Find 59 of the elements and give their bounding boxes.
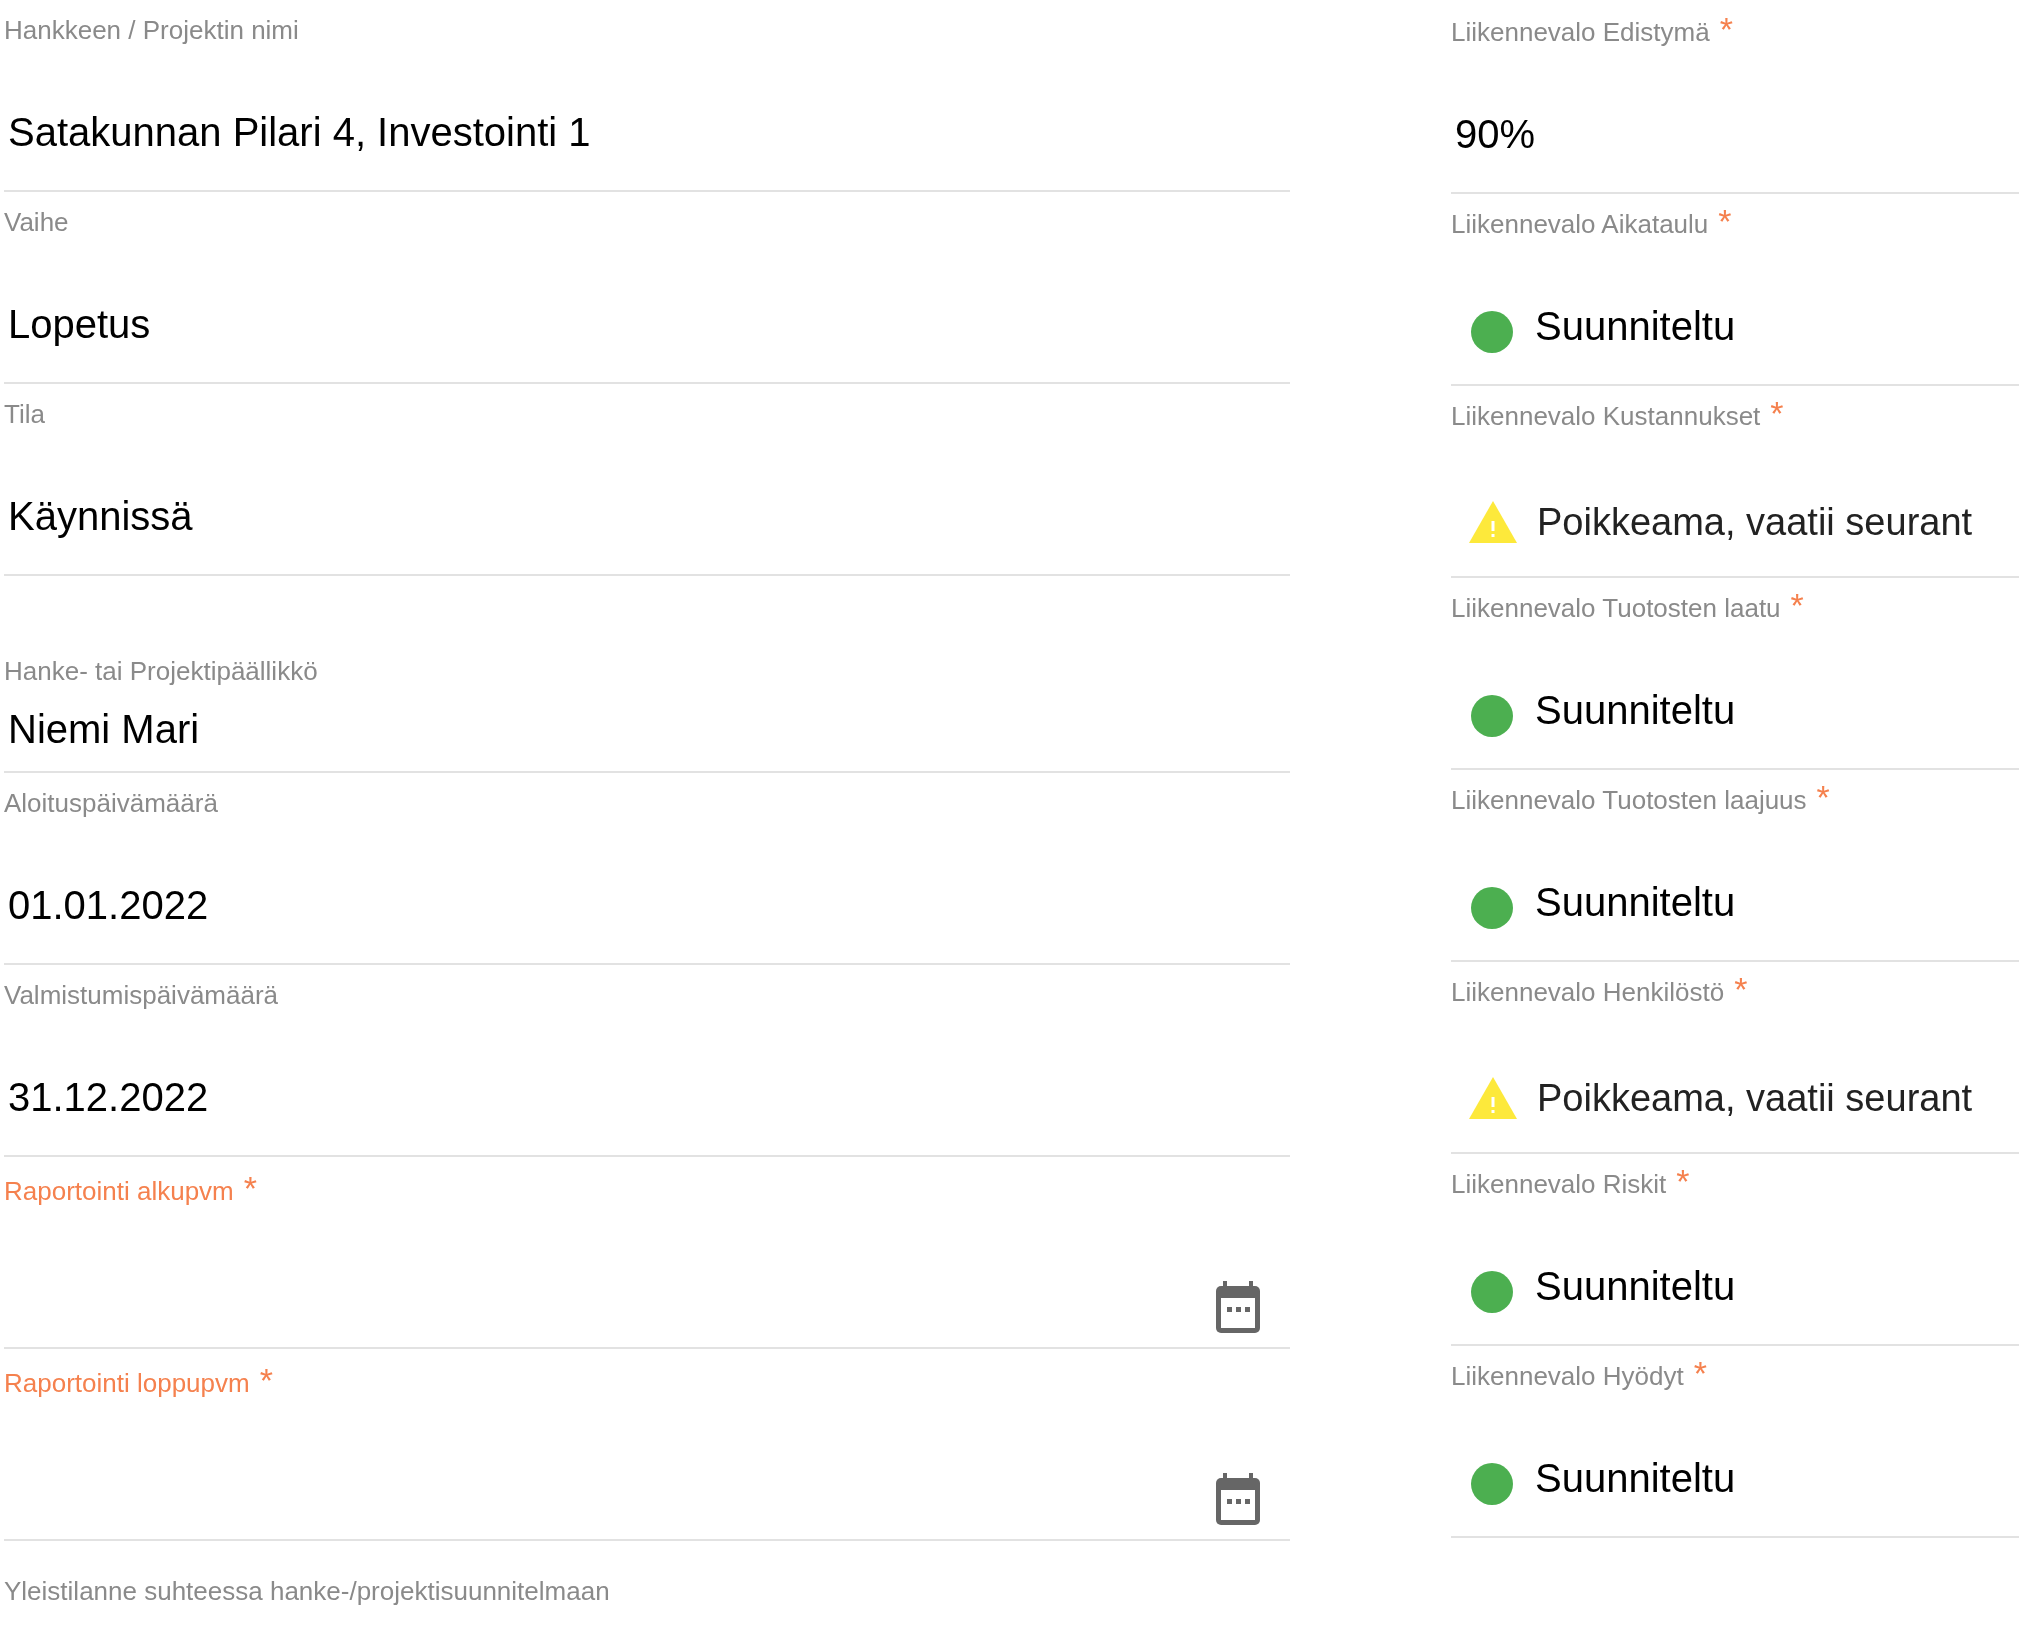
form-field[interactable]: Liikennevalo Tuotosten laatu * Suunniteltu xyxy=(1451,578,2019,770)
field-label: Vaihe xyxy=(4,206,69,238)
calendar-icon[interactable] xyxy=(1214,1473,1262,1527)
required-asterisk: * xyxy=(1816,784,1830,810)
form-field[interactable]: Valmistumispäivämäärä 31.12.2022 xyxy=(4,965,1290,1157)
field-label: Raportointi alkupvm xyxy=(4,1175,234,1207)
required-asterisk: * xyxy=(1734,976,1748,1002)
form-field[interactable]: Aloituspäivämäärä 01.01.2022 xyxy=(4,773,1290,965)
required-asterisk: * xyxy=(1693,1360,1707,1386)
field-label: Valmistumispäivämäärä xyxy=(4,979,279,1011)
field-label: Hanke- tai Projektipäällikkö xyxy=(4,655,318,687)
form-field[interactable]: Liikennevalo Riskit * Suunniteltu xyxy=(1451,1154,2019,1346)
field-value: Niemi Mari xyxy=(8,706,200,753)
field-label: Liikennevalo Henkilöstö xyxy=(1451,976,1725,1008)
calendar-icon[interactable] xyxy=(1214,1281,1262,1335)
field-value: Suunniteltu xyxy=(1535,303,1736,350)
field-label: Liikennevalo Tuotosten laatu xyxy=(1451,592,1781,624)
field-value: Poikkeama, vaatii seurant xyxy=(1537,1076,1973,1121)
field-label: Liikennevalo Kustannukset xyxy=(1451,400,1761,432)
field-label: Raportointi loppupvm xyxy=(4,1367,250,1399)
field-label: Yleistilanne suhteessa hanke-/projektisuunnitelmaan xyxy=(4,1575,610,1607)
field-value: Satakunnan Pilari 4, Investointi 1 xyxy=(8,109,591,156)
form-field[interactable]: Liikennevalo Hyödyt * Suunniteltu xyxy=(1451,1346,2019,1538)
form-field[interactable]: Liikennevalo Tuotosten laajuus * Suunniteltu xyxy=(1451,770,2019,962)
form-field[interactable]: Vaihe Lopetus xyxy=(4,192,1290,384)
field-value: 90% xyxy=(1455,111,1536,158)
required-asterisk: * xyxy=(1770,400,1784,426)
field-value: Käynnissä xyxy=(8,493,193,540)
required-asterisk: * xyxy=(1719,16,1733,42)
field-value: Suunniteltu xyxy=(1535,879,1736,926)
form-field[interactable]: Liikennevalo Aikataulu * Suunniteltu xyxy=(1451,194,2019,386)
field-label: Liikennevalo Edistymä xyxy=(1451,16,1710,48)
field-label: Hankkeen / Projektin nimi xyxy=(4,14,299,46)
field-value: Suunniteltu xyxy=(1535,1455,1736,1502)
form-field[interactable]: Liikennevalo Kustannukset * Poikkeama, vaatii seurant xyxy=(1451,386,2019,578)
field-value: 31.12.2022 xyxy=(8,1074,209,1121)
field-label: Tila xyxy=(4,398,45,430)
form-field[interactable]: Liikennevalo Edistymä * 90% xyxy=(1451,2,2019,194)
required-asterisk: * xyxy=(1718,208,1732,234)
required-asterisk: * xyxy=(1676,1168,1690,1194)
form-field[interactable]: Hankkeen / Projektin nimi Satakunnan Pilari 4, Investointi 1 xyxy=(4,0,1290,192)
field-label: Liikennevalo Aikataulu xyxy=(1451,208,1709,240)
form-field[interactable]: Tila Käynnissä xyxy=(4,384,1290,576)
warning-icon xyxy=(1469,1077,1517,1119)
required-asterisk: * xyxy=(1790,592,1804,618)
field-label: Liikennevalo Riskit xyxy=(1451,1168,1667,1200)
field-value: Suunniteltu xyxy=(1535,687,1736,734)
form-field[interactable]: Hanke- tai Projektipäällikkö Niemi Mari xyxy=(4,576,1290,773)
field-value: 01.01.2022 xyxy=(8,882,209,929)
field-label: Aloituspäivämäärä xyxy=(4,787,218,819)
form-field[interactable]: Liikennevalo Henkilöstö * Poikkeama, vaatii seurant xyxy=(1451,962,2019,1154)
warning-icon xyxy=(1469,501,1517,543)
field-value: Suunniteltu xyxy=(1535,1263,1736,1310)
field-value: Lopetus xyxy=(8,301,151,348)
required-asterisk: * xyxy=(243,1175,257,1201)
field-label: Liikennevalo Hyödyt xyxy=(1451,1360,1684,1392)
field-value: Poikkeama, vaatii seurant xyxy=(1537,500,1973,545)
field-label: Liikennevalo Tuotosten laajuus xyxy=(1451,784,1807,816)
required-asterisk: * xyxy=(259,1367,273,1393)
